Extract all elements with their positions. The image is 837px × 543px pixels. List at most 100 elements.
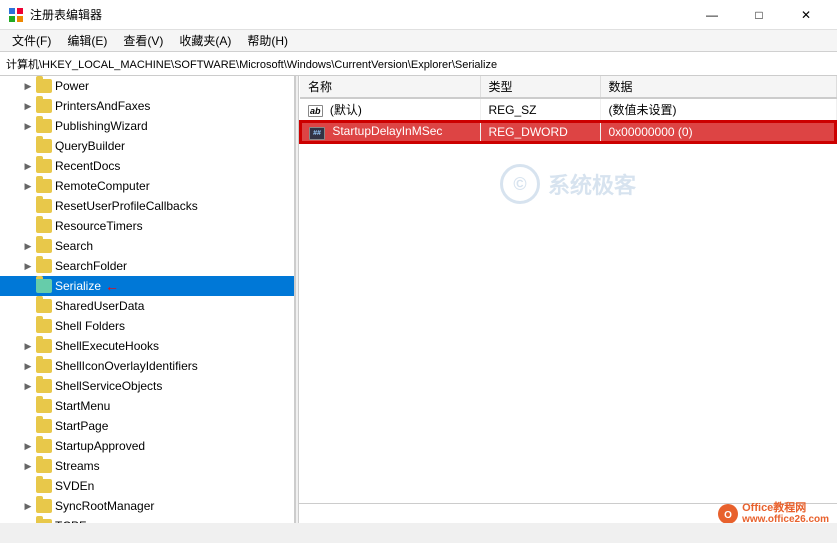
tree-item-shareduserdata[interactable]: ▶ SharedUserData <box>0 296 294 316</box>
folder-icon-startpage <box>36 419 52 433</box>
cell-data-startup: 0x00000000 (0) <box>600 121 836 143</box>
cell-data-default: (数值未设置) <box>600 98 836 121</box>
table-body: ab (默认) REG_SZ (数值未设置) ## StartupDelayIn… <box>300 98 836 143</box>
menu-favorites[interactable]: 收藏夹(A) <box>171 30 239 51</box>
menu-help[interactable]: 帮助(H) <box>239 30 296 51</box>
menu-file[interactable]: 文件(F) <box>4 30 59 51</box>
expander-searchfolder[interactable]: ▶ <box>20 258 36 274</box>
folder-icon-publishing <box>36 119 52 133</box>
tree-item-shellexecutehooks[interactable]: ▶ ShellExecuteHooks <box>0 336 294 356</box>
tree-label-shellexecutehooks: ShellExecuteHooks <box>55 339 159 353</box>
ab-icon: ab <box>308 105 323 117</box>
tree-label-printers: PrintersAndFaxes <box>55 99 150 113</box>
folder-icon-resetprofile <box>36 199 52 213</box>
tree-label-startmenu: StartMenu <box>55 399 110 413</box>
tree-item-streams[interactable]: ▶ Streams <box>0 456 294 476</box>
table-header: 名称 类型 数据 <box>300 76 836 98</box>
tree-item-shellfolders[interactable]: ▶ Shell Folders <box>0 316 294 336</box>
expander-syncrootmanager[interactable]: ▶ <box>20 498 36 514</box>
expander-remotecomputer[interactable]: ▶ <box>20 178 36 194</box>
svg-text:O: O <box>724 510 732 521</box>
tree-item-remotecomputer[interactable]: ▶ RemoteComputer <box>0 176 294 196</box>
expander-shellserviceobjects[interactable]: ▶ <box>20 378 36 394</box>
tree-item-tcpf[interactable]: ▶ TCPF... <box>0 516 294 523</box>
tree-label-resourcetimers: ResourceTimers <box>55 219 143 233</box>
tree-label-recentdocs: RecentDocs <box>55 159 120 173</box>
folder-icon-startupapproved <box>36 439 52 453</box>
menu-view[interactable]: 查看(V) <box>115 30 171 51</box>
table-row-startup-delay[interactable]: ## StartupDelayInMSec REG_DWORD 0x000000… <box>300 121 836 143</box>
table-row[interactable]: ab (默认) REG_SZ (数值未设置) <box>300 98 836 121</box>
expander-startupapproved[interactable]: ▶ <box>20 438 36 454</box>
tree-label-serialize: Serialize <box>55 279 101 293</box>
folder-icon-shellfolders <box>36 319 52 333</box>
folder-icon-recentdocs <box>36 159 52 173</box>
window-title: 注册表编辑器 <box>30 6 689 23</box>
tree-item-printers[interactable]: ▶ PrintersAndFaxes <box>0 96 294 116</box>
folder-icon-resourcetimers <box>36 219 52 233</box>
tree-item-svden[interactable]: ▶ SVDEn <box>0 476 294 496</box>
registry-tree[interactable]: ▶ Power ▶ PrintersAndFaxes ▶ PublishingW… <box>0 76 295 523</box>
row-name-default: (默认) <box>330 103 362 117</box>
tree-item-power[interactable]: ▶ Power <box>0 76 294 96</box>
tree-label-startupapproved: StartupApproved <box>55 439 145 453</box>
tree-item-startupapproved[interactable]: ▶ StartupApproved <box>0 436 294 456</box>
tree-item-recentdocs[interactable]: ▶ RecentDocs <box>0 156 294 176</box>
tree-item-shellserviceobjects[interactable]: ▶ ShellServiceObjects <box>0 376 294 396</box>
col-header-type[interactable]: 类型 <box>480 76 600 98</box>
folder-icon-search <box>36 239 52 253</box>
tree-label-startpage: StartPage <box>55 419 108 433</box>
tree-label-remotecomputer: RemoteComputer <box>55 179 150 193</box>
expander-shellexecutehooks[interactable]: ▶ <box>20 338 36 354</box>
menu-bar: 文件(F) 编辑(E) 查看(V) 收藏夹(A) 帮助(H) <box>0 30 837 52</box>
tree-item-resourcetimers[interactable]: ▶ ResourceTimers <box>0 216 294 236</box>
tree-label-syncrootmanager: SyncRootManager <box>55 499 154 513</box>
folder-icon-searchfolder <box>36 259 52 273</box>
tree-item-syncrootmanager[interactable]: ▶ SyncRootManager <box>0 496 294 516</box>
tree-label-searchfolder: SearchFolder <box>55 259 127 273</box>
expander-printers[interactable]: ▶ <box>20 98 36 114</box>
logo-line1: Office教程网 <box>742 502 829 514</box>
tree-label-resetprofile: ResetUserProfileCallbacks <box>55 199 198 213</box>
col-header-data[interactable]: 数据 <box>600 76 836 98</box>
expander-shelliconoverlay[interactable]: ▶ <box>20 358 36 374</box>
maximize-button[interactable]: □ <box>736 0 782 30</box>
arrow-indicator: ← <box>105 278 119 294</box>
tree-item-resetprofile[interactable]: ▶ ResetUserProfileCallbacks <box>0 196 294 216</box>
right-content: 名称 类型 数据 ab (默认) REG_SZ <box>299 76 837 503</box>
tree-item-startpage[interactable]: ▶ StartPage <box>0 416 294 436</box>
expander-power[interactable]: ▶ <box>20 78 36 94</box>
tree-item-startmenu[interactable]: ▶ StartMenu <box>0 396 294 416</box>
logo-area: O Office教程网 www.office26.com <box>718 502 829 523</box>
tree-label-shareduserdata: SharedUserData <box>55 299 144 313</box>
registry-values-panel: 名称 类型 数据 ab (默认) REG_SZ <box>299 76 837 523</box>
tree-item-search[interactable]: ▶ Search <box>0 236 294 256</box>
expander-streams[interactable]: ▶ <box>20 458 36 474</box>
cell-type-startup: REG_DWORD <box>480 121 600 143</box>
tree-item-shelliconoverlay[interactable]: ▶ ShellIconOverlayIdentifiers <box>0 356 294 376</box>
col-header-name[interactable]: 名称 <box>300 76 480 98</box>
expander-publishing[interactable]: ▶ <box>20 118 36 134</box>
watermark-text: 系统极客 <box>548 168 636 200</box>
folder-icon-printers <box>36 99 52 113</box>
tree-item-searchfolder[interactable]: ▶ SearchFolder <box>0 256 294 276</box>
expander-search[interactable]: ▶ <box>20 238 36 254</box>
cell-type-default: REG_SZ <box>480 98 600 121</box>
main-content: ▶ Power ▶ PrintersAndFaxes ▶ PublishingW… <box>0 76 837 523</box>
close-button[interactable]: ✕ <box>783 0 829 30</box>
watermark-circle: © <box>500 164 540 204</box>
tree-label-svden: SVDEn <box>55 479 94 493</box>
expander-recentdocs[interactable]: ▶ <box>20 158 36 174</box>
menu-edit[interactable]: 编辑(E) <box>59 30 115 51</box>
folder-icon-shareduserdata <box>36 299 52 313</box>
tree-item-serialize[interactable]: ▶ Serialize ← <box>0 276 294 296</box>
folder-icon-shellserviceobjects <box>36 379 52 393</box>
tree-label-streams: Streams <box>55 459 100 473</box>
minimize-button[interactable]: — <box>689 0 735 30</box>
folder-icon-power <box>36 79 52 93</box>
tree-label-querybuilder: QueryBuilder <box>55 139 125 153</box>
tree-item-querybuilder[interactable]: ▶ QueryBuilder <box>0 136 294 156</box>
watermark-symbol: © <box>513 174 526 195</box>
title-bar: 注册表编辑器 — □ ✕ <box>0 0 837 30</box>
tree-item-publishing[interactable]: ▶ PublishingWizard <box>0 116 294 136</box>
